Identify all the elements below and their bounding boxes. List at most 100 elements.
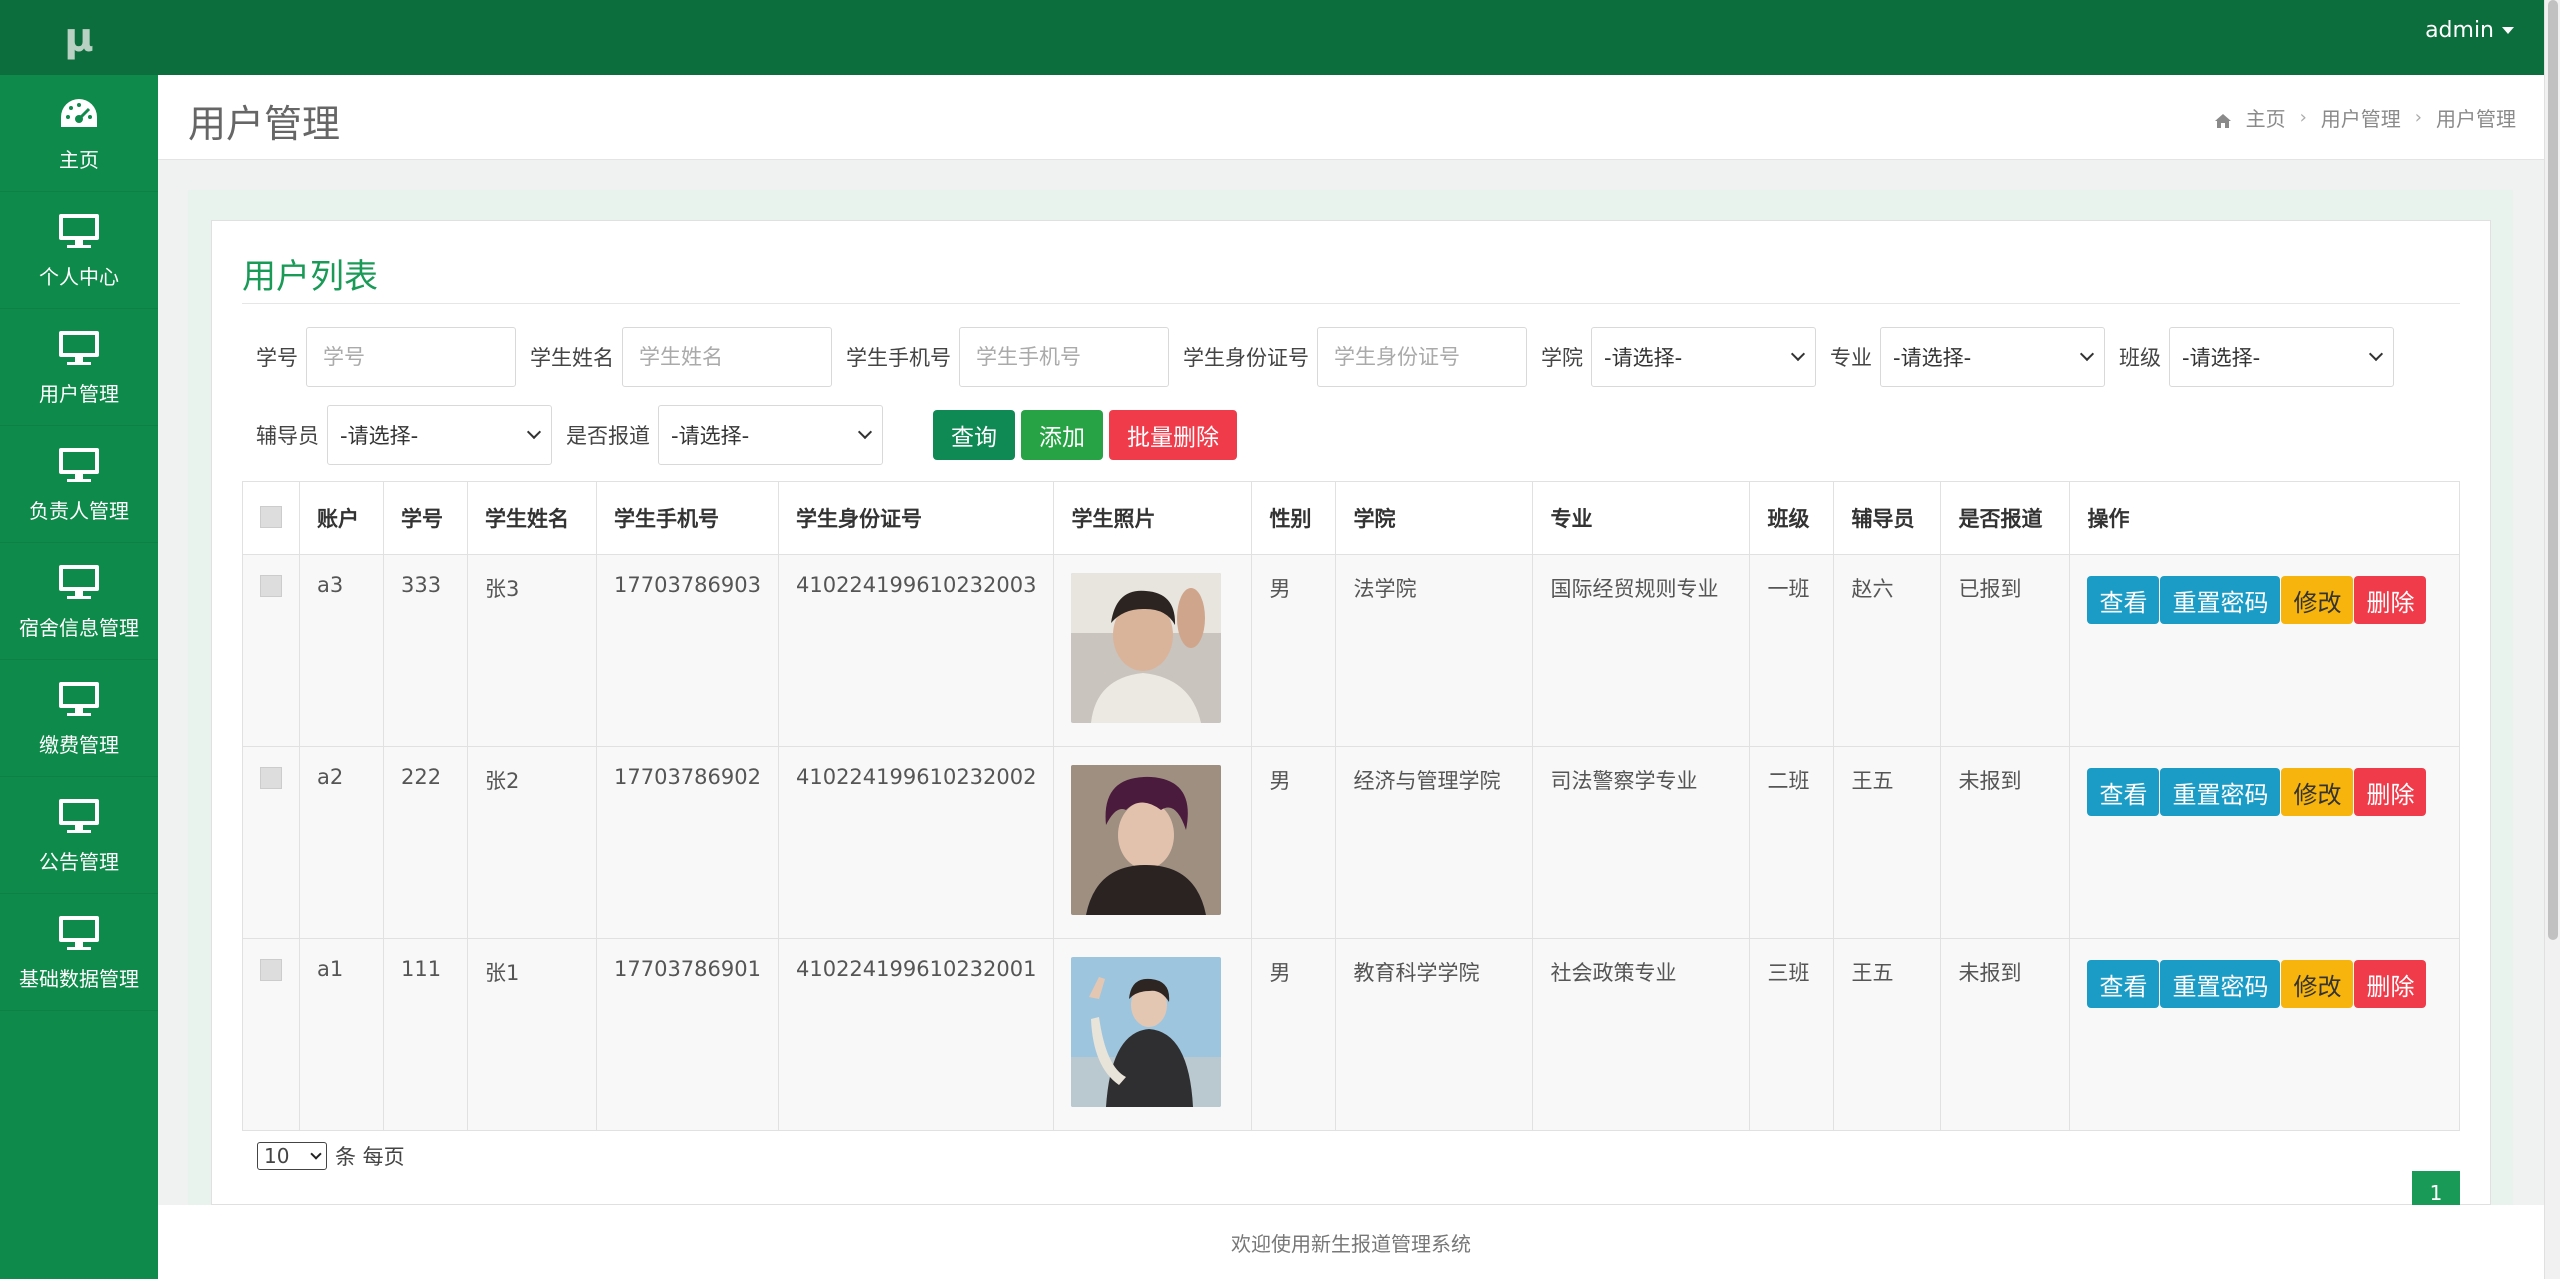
reset-password-button[interactable]: 重置密码 — [2160, 960, 2281, 1008]
sidebar-item-personal-center[interactable]: 个人中心 — [0, 192, 158, 309]
student-no-label: 学号 — [256, 346, 298, 370]
cell-photo — [1053, 554, 1253, 747]
class-select[interactable]: -请选择- — [2169, 327, 2394, 387]
cell-account: a3 — [299, 554, 384, 747]
sidebar-item-payment-management[interactable]: 缴费管理 — [0, 660, 158, 777]
class-label: 班级 — [2119, 346, 2161, 370]
cell-counselor: 王五 — [1833, 746, 1942, 939]
sidebar: μ 主页 个人中心 用户管理 负责人管理 宿舍信息管理 缴费管理 公告管理 基础… — [0, 0, 158, 1279]
view-button[interactable]: 查看 — [2087, 768, 2160, 816]
row-checkbox[interactable] — [260, 575, 282, 597]
sidebar-item-home[interactable]: 主页 — [0, 75, 158, 192]
user-table: 账户 学号 学生姓名 学生手机号 学生身份证号 学生照片 性别 学院 专业 班级… — [242, 481, 2460, 1131]
cell-class: 一班 — [1749, 554, 1835, 747]
idcard-input[interactable] — [1317, 327, 1527, 387]
view-button[interactable]: 查看 — [2087, 960, 2160, 1008]
student-photo[interactable] — [1071, 573, 1222, 723]
sidebar-item-label: 主页 — [59, 147, 99, 172]
monitor-icon — [57, 328, 101, 368]
reported-select[interactable]: -请选择- — [658, 405, 883, 465]
column-header: 学院 — [1335, 481, 1534, 555]
sidebar-item-label: 用户管理 — [39, 381, 119, 406]
column-header: 学生身份证号 — [777, 481, 1055, 555]
column-header: 学生照片 — [1053, 481, 1253, 555]
page-size-control: 10 条 每页 — [257, 1141, 405, 1171]
phone-input[interactable] — [959, 327, 1169, 387]
panel-title: 用户列表 — [242, 257, 378, 297]
query-button[interactable]: 查询 — [933, 410, 1015, 460]
monitor-icon — [57, 913, 101, 953]
sidebar-item-user-management[interactable]: 用户管理 — [0, 309, 158, 426]
column-header: 是否报道 — [1940, 481, 2071, 555]
app-logo: μ — [0, 0, 158, 75]
search-row-1: 学号 学生姓名 学生手机号 学生身份证号 学院 -请选择- 专业 -请选择- 班… — [242, 327, 2394, 387]
view-button[interactable]: 查看 — [2087, 576, 2160, 624]
monitor-icon — [57, 562, 101, 602]
breadcrumb-user-management[interactable]: 用户管理 — [2321, 103, 2401, 132]
row-checkbox[interactable] — [260, 767, 282, 789]
college-select[interactable]: -请选择- — [1591, 327, 1816, 387]
counselor-select[interactable]: -请选择- — [327, 405, 552, 465]
add-button[interactable]: 添加 — [1021, 410, 1103, 460]
student-photo[interactable] — [1071, 957, 1222, 1107]
cell-student-name: 张3 — [467, 554, 597, 747]
batch-delete-button[interactable]: 批量删除 — [1109, 410, 1237, 460]
student-no-input[interactable] — [306, 327, 516, 387]
reset-password-button[interactable]: 重置密码 — [2160, 768, 2281, 816]
student-photo[interactable] — [1071, 765, 1222, 915]
idcard-label: 学生身份证号 — [1183, 346, 1309, 370]
cell-college: 经济与管理学院 — [1335, 746, 1534, 939]
sidebar-item-dorm-management[interactable]: 宿舍信息管理 — [0, 543, 158, 660]
student-name-input[interactable] — [622, 327, 832, 387]
delete-button[interactable]: 删除 — [2354, 768, 2427, 816]
chevron-down-icon — [857, 424, 873, 440]
sidebar-item-notice-management[interactable]: 公告管理 — [0, 777, 158, 894]
table-row: a3 333 张3 17703786903 410224199610232003… — [242, 554, 2460, 747]
reported-select-value: -请选择- — [671, 424, 750, 448]
cell-student-name: 张1 — [467, 938, 597, 1131]
phone-label: 学生手机号 — [846, 346, 951, 370]
page-number-button[interactable]: 1 — [2412, 1171, 2460, 1209]
monitor-icon — [57, 679, 101, 719]
sidebar-item-manager-management[interactable]: 负责人管理 — [0, 426, 158, 543]
delete-button[interactable]: 删除 — [2354, 960, 2427, 1008]
cell-counselor: 王五 — [1833, 938, 1942, 1131]
cell-college: 教育科学学院 — [1335, 938, 1534, 1131]
cell-reported: 已报到 — [1940, 554, 2071, 747]
sidebar-item-label: 公告管理 — [39, 849, 119, 874]
scrollbar-thumb[interactable] — [2548, 0, 2558, 940]
page-size-select[interactable]: 10 — [257, 1142, 327, 1170]
divider — [242, 303, 2460, 304]
footer: 欢迎使用新生报道管理系统 — [158, 1205, 2544, 1279]
edit-button[interactable]: 修改 — [2281, 960, 2354, 1008]
breadcrumb-home[interactable]: 主页 — [2246, 103, 2286, 132]
reset-password-button[interactable]: 重置密码 — [2160, 576, 2281, 624]
edit-button[interactable]: 修改 — [2281, 768, 2354, 816]
vertical-scrollbar[interactable] — [2544, 0, 2560, 1279]
breadcrumb-current: 用户管理 — [2436, 107, 2516, 131]
delete-button[interactable]: 删除 — [2354, 576, 2427, 624]
chevron-down-icon — [1790, 346, 1806, 362]
row-select-cell — [242, 938, 300, 1131]
cell-counselor: 赵六 — [1833, 554, 1942, 747]
page-size-value: 10 — [264, 1144, 290, 1168]
column-header: 班级 — [1749, 481, 1835, 555]
major-label: 专业 — [1830, 346, 1872, 370]
edit-button[interactable]: 修改 — [2281, 576, 2354, 624]
select-all-checkbox[interactable] — [260, 505, 282, 528]
user-list-panel: 用户列表 学号 学生姓名 学生手机号 学生身份证号 学院 -请选择- 专业 -请… — [211, 220, 2491, 1209]
page-size-suffix: 条 每页 — [335, 1145, 405, 1169]
sidebar-item-basic-data-management[interactable]: 基础数据管理 — [0, 894, 158, 1011]
cell-account: a1 — [299, 938, 384, 1131]
column-header: 性别 — [1251, 481, 1337, 555]
cell-gender: 男 — [1251, 554, 1337, 747]
row-checkbox[interactable] — [260, 959, 282, 981]
reported-label: 是否报道 — [566, 424, 650, 448]
caret-down-icon — [2502, 27, 2514, 34]
monitor-icon — [57, 445, 101, 485]
column-header: 账户 — [299, 481, 384, 555]
chevron-down-icon — [310, 1148, 322, 1160]
row-select-cell — [242, 746, 300, 939]
major-select[interactable]: -请选择- — [1880, 327, 2105, 387]
user-menu[interactable]: admin — [2425, 18, 2514, 43]
